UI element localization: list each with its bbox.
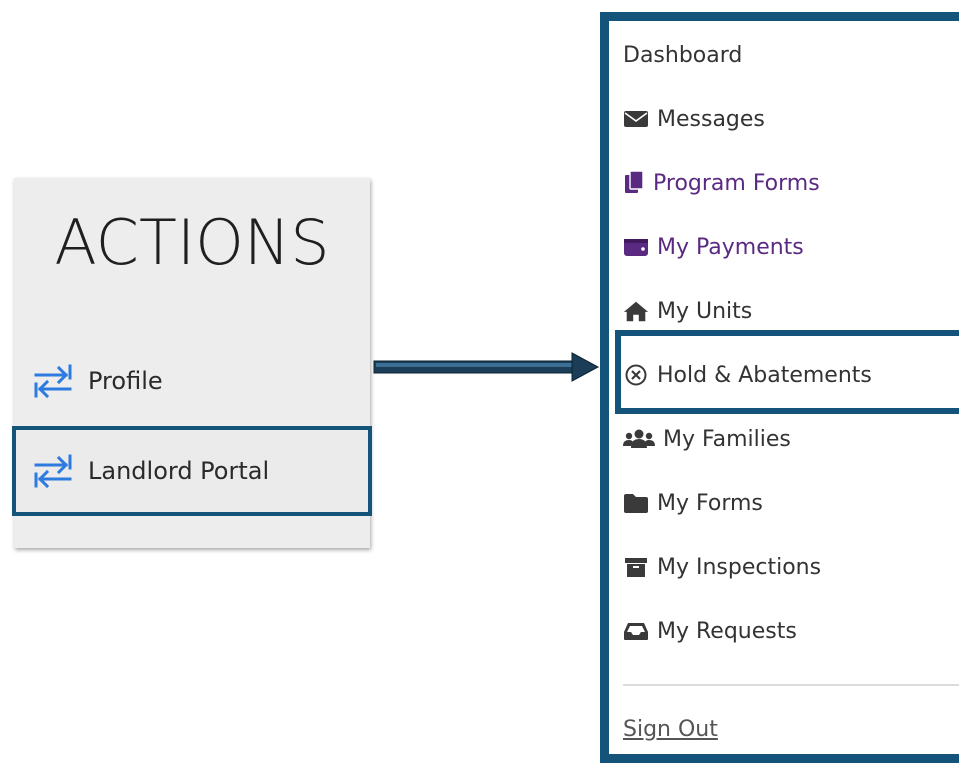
menu-item-my-payments-label: My Payments: [657, 234, 804, 260]
menu-item-program-forms-label: Program Forms: [653, 170, 820, 196]
landlord-portal-menu: Dashboard Messages Program Forms My Paym…: [600, 12, 959, 763]
menu-item-dashboard-label: Dashboard: [623, 42, 743, 68]
actions-title: ACTIONS: [54, 206, 330, 279]
folder-icon: [623, 491, 649, 515]
menu-item-my-requests[interactable]: My Requests: [623, 611, 797, 651]
swap-arrows-icon: [34, 454, 72, 489]
inbox-icon: [623, 619, 649, 643]
menu-item-my-forms-label: My Forms: [657, 490, 763, 516]
archive-icon: [623, 555, 649, 579]
swap-arrows-icon: [34, 364, 72, 399]
actions-panel: ACTIONS Profile Landlord Portal: [12, 178, 372, 548]
menu-item-dashboard[interactable]: Dashboard: [623, 35, 742, 75]
documents-icon: [623, 170, 645, 195]
action-profile-label: Profile: [88, 367, 163, 395]
action-landlord-portal-label: Landlord Portal: [88, 457, 270, 485]
menu-item-my-payments[interactable]: My Payments: [623, 227, 804, 267]
menu-item-messages-label: Messages: [657, 106, 765, 132]
menu-item-my-requests-label: My Requests: [657, 618, 797, 644]
menu-item-messages[interactable]: Messages: [623, 99, 765, 139]
menu-item-my-units[interactable]: My Units: [623, 291, 752, 331]
wallet-icon: [623, 235, 649, 259]
menu-item-hold-abatements-label: Hold & Abatements: [657, 362, 872, 388]
menu-item-my-families[interactable]: My Families: [623, 419, 791, 459]
action-profile[interactable]: Profile: [14, 338, 370, 424]
envelope-icon: [623, 107, 649, 131]
users-icon: [623, 427, 655, 451]
menu-item-hold-abatements[interactable]: Hold & Abatements: [623, 355, 872, 395]
menu-item-my-units-label: My Units: [657, 298, 753, 324]
menu-item-my-families-label: My Families: [663, 426, 791, 452]
right-arrow-icon: [373, 352, 600, 382]
circle-x-icon: [623, 363, 649, 387]
sign-out-link[interactable]: Sign Out: [623, 717, 718, 742]
action-landlord-portal[interactable]: Landlord Portal: [12, 426, 372, 516]
menu-divider: [623, 684, 959, 686]
menu-item-my-forms[interactable]: My Forms: [623, 483, 763, 523]
menu-item-my-inspections[interactable]: My Inspections: [623, 547, 821, 587]
menu-item-program-forms[interactable]: Program Forms: [623, 163, 820, 203]
menu-item-my-inspections-label: My Inspections: [657, 554, 822, 580]
home-icon: [623, 299, 649, 323]
